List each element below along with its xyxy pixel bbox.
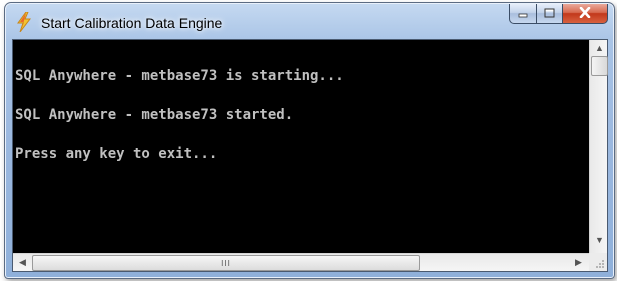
close-icon bbox=[579, 5, 591, 23]
resize-grip[interactable] bbox=[589, 253, 607, 271]
caption-buttons bbox=[509, 4, 608, 24]
minimize-icon bbox=[518, 5, 528, 23]
maximize-icon bbox=[544, 5, 555, 23]
console-client-area: SQL Anywhere - metbase73 is starting... … bbox=[12, 39, 608, 272]
vertical-scroll-thumb[interactable] bbox=[591, 56, 608, 76]
scroll-right-arrow-icon[interactable]: ▶ bbox=[575, 258, 582, 267]
maximize-button[interactable] bbox=[536, 4, 562, 24]
minimize-button[interactable] bbox=[509, 4, 536, 24]
vertical-scrollbar[interactable]: ▲ ▼ bbox=[589, 40, 608, 253]
console-window: Start Calibration Data Engine SQL Anywhe… bbox=[4, 2, 615, 279]
scroll-grip-icon: III bbox=[221, 258, 231, 268]
console-line: SQL Anywhere - metbase73 started. bbox=[15, 107, 294, 123]
console-line: SQL Anywhere - metbase73 is starting... bbox=[15, 68, 344, 84]
console-output[interactable]: SQL Anywhere - metbase73 is starting... … bbox=[13, 40, 589, 253]
title-bar[interactable]: Start Calibration Data Engine bbox=[5, 3, 614, 39]
horizontal-scroll-thumb[interactable]: III bbox=[32, 255, 420, 271]
scroll-up-arrow-icon[interactable]: ▲ bbox=[595, 44, 604, 53]
close-button[interactable] bbox=[562, 4, 608, 24]
console-line: Press any key to exit... bbox=[15, 146, 218, 162]
horizontal-scrollbar[interactable]: ◀ III ▶ bbox=[13, 253, 589, 271]
scroll-down-arrow-icon[interactable]: ▼ bbox=[595, 236, 604, 245]
window-title: Start Calibration Data Engine bbox=[41, 15, 223, 31]
lightning-bolt-icon[interactable] bbox=[15, 11, 33, 33]
scroll-left-arrow-icon[interactable]: ◀ bbox=[19, 258, 26, 267]
